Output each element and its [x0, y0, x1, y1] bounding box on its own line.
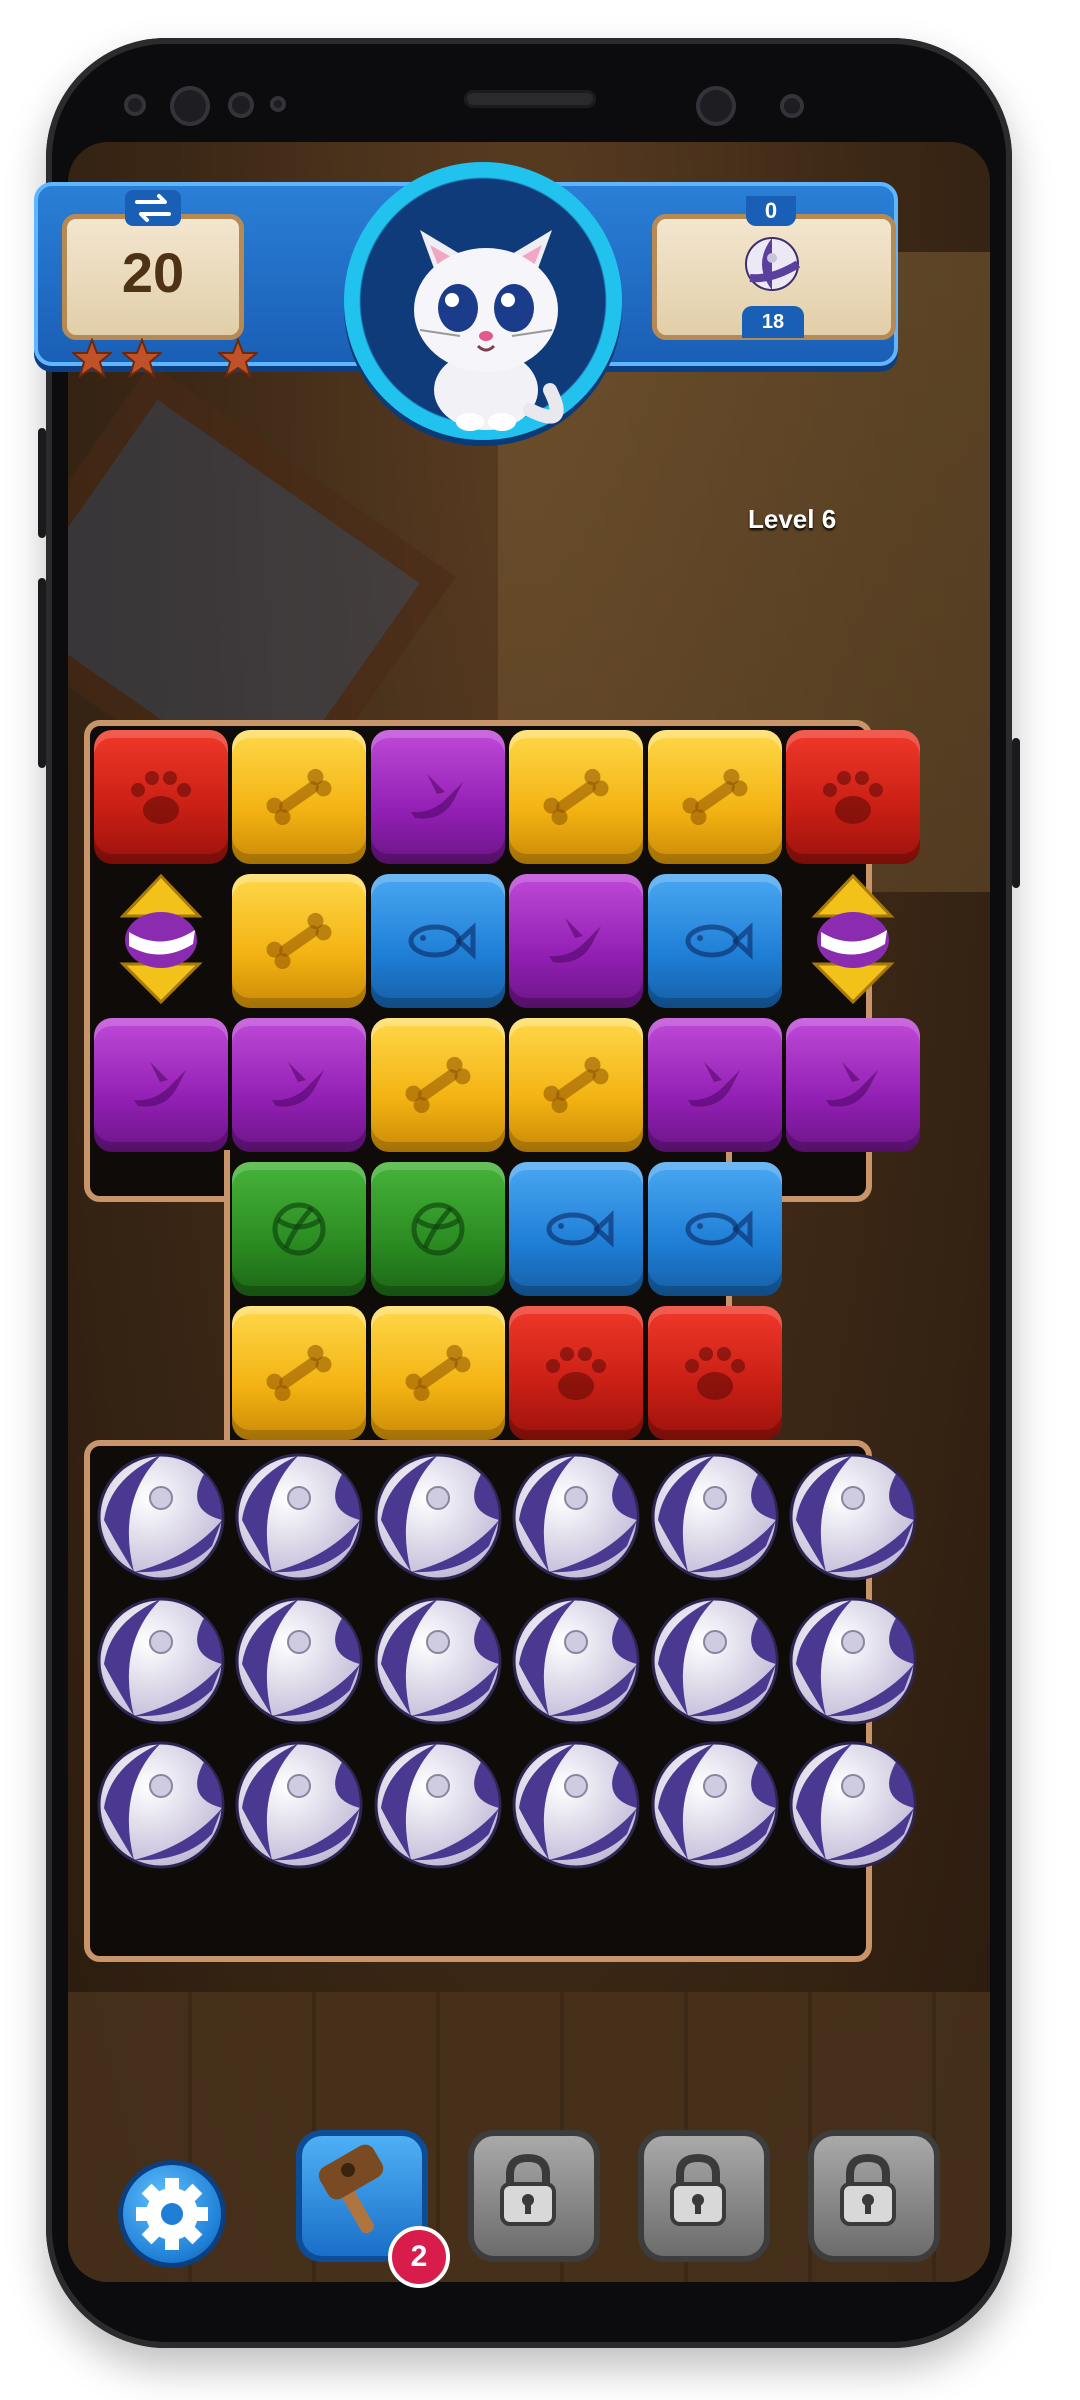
beach-ball-tile[interactable]	[369, 1736, 507, 1874]
gear-icon	[136, 2178, 208, 2250]
bone-icon	[232, 874, 367, 1008]
yellow-bone-block[interactable]	[369, 1304, 507, 1442]
beach-ball-tile[interactable]	[92, 1448, 230, 1586]
yellow-bone-block[interactable]	[507, 728, 645, 866]
beach-ball-tile[interactable]	[507, 1592, 645, 1730]
blue-fish-block[interactable]	[646, 872, 784, 1010]
purple-bird-block[interactable]	[369, 728, 507, 866]
yellow-bone-block[interactable]	[369, 1016, 507, 1154]
hammer-icon	[318, 2144, 384, 2234]
star-icon	[72, 338, 112, 378]
rocket-booster-tile[interactable]	[92, 872, 230, 1010]
beach-ball-tile[interactable]	[507, 1448, 645, 1586]
fish-icon	[509, 1162, 644, 1296]
purple-bird-block[interactable]	[92, 1016, 230, 1154]
bird-icon	[232, 1018, 367, 1152]
purple-bird-block[interactable]	[230, 1016, 368, 1154]
beach-ball-tile[interactable]	[230, 1592, 368, 1730]
yellow-bone-block[interactable]	[507, 1016, 645, 1154]
fish-icon	[647, 1162, 782, 1296]
bone-icon	[232, 1306, 367, 1440]
power-button	[1012, 738, 1020, 888]
blue-fish-block[interactable]	[369, 872, 507, 1010]
blue-fish-block[interactable]	[507, 1160, 645, 1298]
beach-ball-tile[interactable]	[646, 1448, 784, 1586]
beach-ball-tile[interactable]	[92, 1736, 230, 1874]
camera-icon	[170, 86, 210, 126]
bird-icon	[370, 730, 505, 864]
paw-icon	[509, 1306, 644, 1440]
yellow-bone-block[interactable]	[230, 872, 368, 1010]
red-paw-block[interactable]	[784, 728, 922, 866]
bone-icon	[647, 730, 782, 864]
locked-booster-button[interactable]	[468, 2130, 600, 2262]
bone-icon	[509, 730, 644, 864]
cat-avatar	[414, 230, 564, 431]
purple-bird-block[interactable]	[784, 1016, 922, 1154]
beach-ball-tile[interactable]	[784, 1592, 922, 1730]
beach-ball-tile[interactable]	[92, 1592, 230, 1730]
red-paw-block[interactable]	[92, 728, 230, 866]
green-ball-block[interactable]	[369, 1160, 507, 1298]
yellow-bone-block[interactable]	[230, 1304, 368, 1442]
beach-ball-tile[interactable]	[369, 1592, 507, 1730]
ball-icon	[370, 1162, 505, 1296]
bone-icon	[370, 1306, 505, 1440]
bird-icon	[94, 1018, 228, 1152]
beach-ball-tile[interactable]	[230, 1736, 368, 1874]
game-board	[36, 720, 922, 1962]
bone-icon	[232, 730, 367, 864]
volume-button	[38, 428, 46, 538]
beach-ball-tile[interactable]	[507, 1736, 645, 1874]
beach-ball-tile[interactable]	[784, 1736, 922, 1874]
rocket-booster-tile[interactable]	[784, 872, 922, 1010]
lock-icon	[500, 2153, 556, 2226]
locked-booster-button[interactable]	[808, 2130, 940, 2262]
beach-ball-tile[interactable]	[369, 1448, 507, 1586]
paw-icon	[786, 730, 920, 864]
moves-counter: 20	[121, 241, 185, 304]
level-label: Level 6	[748, 504, 837, 534]
sensor-icon	[780, 94, 804, 118]
purple-bird-block[interactable]	[646, 1016, 784, 1154]
bone-icon	[370, 1018, 505, 1152]
ball-icon	[232, 1162, 367, 1296]
beach-ball-goal-icon	[745, 237, 800, 291]
beach-ball-tile[interactable]	[230, 1448, 368, 1586]
star-progress	[72, 338, 262, 382]
hammer-count-badge: 2	[388, 2226, 450, 2288]
sensor-icon	[228, 92, 254, 118]
purple-bird-block[interactable]	[507, 872, 645, 1010]
goal-target-count: 18	[742, 306, 804, 338]
blue-fish-block[interactable]	[646, 1160, 784, 1298]
green-ball-block[interactable]	[230, 1160, 368, 1298]
fish-icon	[370, 874, 505, 1008]
beach-ball-tile[interactable]	[646, 1736, 784, 1874]
locked-booster-button[interactable]	[638, 2130, 770, 2262]
star-icon	[122, 338, 162, 378]
fish-icon	[647, 874, 782, 1008]
beach-ball-tile[interactable]	[784, 1448, 922, 1586]
lock-icon	[840, 2153, 896, 2226]
goal-collected-count: 0	[746, 196, 796, 226]
swap-arrows-icon	[125, 190, 181, 226]
sensor-icon	[124, 94, 146, 116]
earpiece-speaker	[464, 90, 596, 108]
star-icon	[218, 338, 258, 378]
bird-icon	[509, 874, 644, 1008]
beach-ball-tile[interactable]	[646, 1592, 784, 1730]
red-paw-block[interactable]	[507, 1304, 645, 1442]
paw-icon	[647, 1306, 782, 1440]
bird-icon	[647, 1018, 782, 1152]
yellow-bone-block[interactable]	[646, 728, 784, 866]
paw-icon	[94, 730, 228, 864]
bird-icon	[786, 1018, 920, 1152]
bone-icon	[509, 1018, 644, 1152]
sensor-icon	[270, 96, 286, 112]
red-paw-block[interactable]	[646, 1304, 784, 1442]
front-camera-icon	[696, 86, 736, 126]
yellow-bone-block[interactable]	[230, 728, 368, 866]
lock-icon	[670, 2153, 726, 2226]
settings-button[interactable]	[118, 2160, 226, 2268]
